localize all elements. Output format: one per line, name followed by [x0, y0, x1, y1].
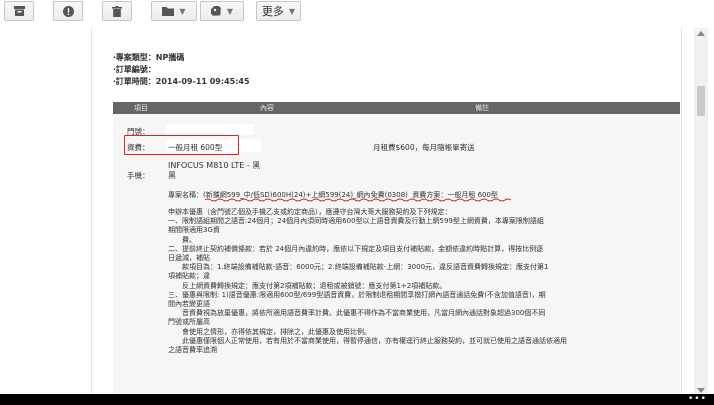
- terms-line: 款項目為：1.終端設備補貼款-語音：6000元；2.終端設備補貼款-上網：300…: [168, 263, 549, 272]
- chevron-down-icon: ▼: [179, 6, 186, 16]
- bottom-strip: [0, 394, 714, 405]
- report-spam-icon: [62, 5, 74, 17]
- label-icon: [210, 5, 221, 16]
- terms-line: 二、提前終止契約補償條款：若於 24個月內違約時，應依以下規定及項目支付補貼款，…: [168, 244, 544, 253]
- header-remark: 備註: [475, 104, 489, 112]
- more-dots-icon[interactable]: •••: [688, 395, 707, 404]
- more-label: 更多: [261, 5, 284, 18]
- header-item: 項目: [134, 104, 148, 112]
- terms-line: 日遞減，補貼: [168, 254, 210, 263]
- more-button[interactable]: 更多 ▼: [256, 1, 301, 21]
- masked-phone-number: [166, 124, 254, 135]
- case-type: ‧專案類型：NP攜碼: [113, 53, 185, 62]
- terms-line: 一、限制語組期間之語音:24個月；24個月內須同時適用600型以上語音資費及行動…: [168, 217, 544, 226]
- chevron-down-icon: ▼: [226, 6, 234, 16]
- highlight-box: [124, 135, 239, 155]
- terms-line: 三、優惠與限制: 1)語音優惠:限適用600型/699型語音資費，於限制退租期間…: [168, 290, 546, 299]
- scrollbar[interactable]: [694, 28, 708, 396]
- project-line: 專案名稱：(新攜網599_中/低SD)600H(24)+上網599(24)_網內…: [168, 190, 498, 200]
- report-spam-button[interactable]: [53, 1, 83, 21]
- scroll-up-icon[interactable]: [697, 31, 705, 36]
- terms-paragraph: 申辦本優惠（含門號乙個及手機乙支或約定商品），應遵守台灣大哥大服務契約及下列規定…: [168, 208, 678, 355]
- terms-line: 申辦本優惠（含門號乙個及手機乙支或約定商品），應遵守台灣大哥大服務契約及下列規定…: [168, 208, 452, 216]
- phone-label: 手機：: [127, 171, 150, 180]
- order-number: ‧訂單編號：: [113, 65, 156, 74]
- move-to-button[interactable]: ▼: [151, 1, 197, 21]
- terms-line: 項補貼款；違: [168, 272, 210, 281]
- terms-line: 音資費視為放棄優惠，將依所適用語音費率計費。此優惠不得作為不當商業使用，凡當月網…: [168, 309, 546, 318]
- terms-line: 會使用之情形，亦得依其規定，排除之，此優惠及使用比例。: [168, 327, 371, 336]
- project-prefix: 專案名稱：: [168, 191, 203, 199]
- terms-line: 門號或所屬高: [168, 318, 210, 327]
- plan-name: 一般月租 600型: [447, 191, 498, 199]
- terms-line: 期間限適用3G資: [168, 226, 220, 235]
- plan-prefix: 資費方案：: [412, 191, 448, 199]
- phone-model: INFOCUS M810 LTE - 黑: [168, 161, 261, 170]
- scrollbar-thumb[interactable]: [697, 86, 705, 116]
- table-header: 項目 內容 備註: [113, 102, 680, 114]
- archive-button[interactable]: [4, 1, 34, 21]
- trash-icon: [112, 5, 122, 17]
- toolbar: ▼ ▼ 更多 ▼: [0, 0, 714, 24]
- order-time: ‧訂單時間：2014-09-11 09:45:45: [113, 77, 250, 86]
- folder-icon: [162, 7, 175, 16]
- archive-icon: [13, 6, 25, 16]
- chevron-down-icon: ▼: [288, 6, 296, 16]
- scroll-down-icon[interactable]: [697, 388, 705, 393]
- terms-line: 此優惠僅限個人正常使用，若有用於不當商業使用，得暫停通信，亦有權逕行終止服務契約…: [168, 336, 567, 345]
- terms-line: 費。: [168, 235, 196, 244]
- terms-line: 反上網資費轉換規定：應支付第2項補貼款；退租或被銷號：應支付第1+2項補貼款。: [168, 281, 447, 290]
- phone-color: 黑: [168, 171, 176, 180]
- content-border-right: [681, 28, 682, 400]
- terms-line: 間內若變更語: [168, 300, 210, 309]
- terms-line: 之語音費率追溯: [168, 346, 217, 355]
- content-border-left: [91, 28, 92, 400]
- labels-button[interactable]: ▼: [200, 1, 244, 21]
- header-content: 內容: [260, 104, 274, 112]
- fee-remark: 月租費$600，每月隨帳單寄送: [373, 143, 475, 152]
- delete-button[interactable]: [102, 1, 132, 21]
- project-name: (新攜網599_中/低SD)600H(24)+上網599(24)_網內免費(03…: [203, 191, 408, 199]
